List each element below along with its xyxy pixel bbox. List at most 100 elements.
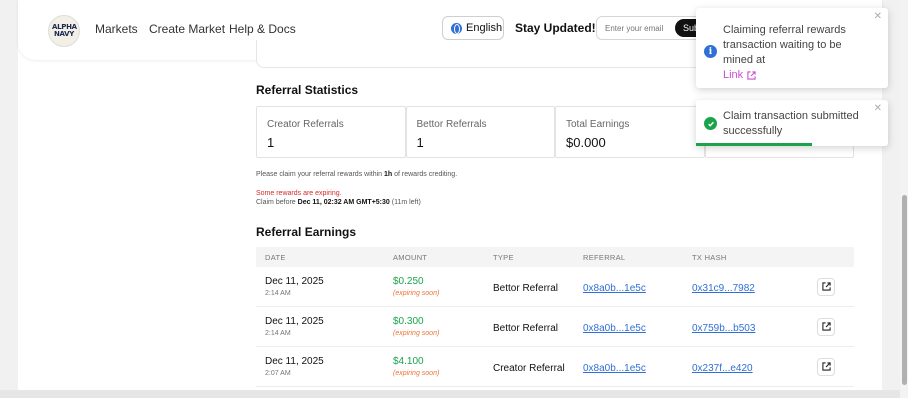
header-date: DATE <box>265 252 286 262</box>
external-link-icon <box>821 322 831 331</box>
stat-value: 1 <box>267 135 275 150</box>
time-value: 2:07 AM <box>265 370 291 377</box>
language-button[interactable]: English <box>442 16 504 40</box>
toast-info: i Claiming referral rewards transaction … <box>696 8 888 88</box>
time-value: 2:14 AM <box>265 290 291 297</box>
amount-value: $0.300 <box>393 316 424 327</box>
table-row: Dec 11, 2025 2:14 AM $0.300 (expiring so… <box>256 307 854 347</box>
type-value: Bettor Referral <box>493 322 559 334</box>
time-value: 2:14 AM <box>265 330 291 337</box>
referral-link[interactable]: 0x8a0b...1e5c <box>583 283 646 294</box>
cell-amount: $0.250 (expiring soon) <box>393 276 493 297</box>
cell-type: Bettor Referral <box>493 318 583 336</box>
date-value: Dec 11, 2025 <box>265 276 324 287</box>
check-icon <box>704 117 717 130</box>
open-external-button[interactable] <box>817 357 835 376</box>
table-row: Dec 11, 2025 2:07 AM $4.100 (expiring so… <box>256 347 854 387</box>
toast-progress-bar <box>696 143 812 146</box>
tx-hash-link[interactable]: 0x237f...e420 <box>692 363 753 374</box>
note-text: Please claim your referral rewards withi… <box>256 171 384 178</box>
header-type: TYPE <box>493 252 514 262</box>
toast-message: Claim transaction submitted successfully <box>723 110 859 137</box>
stat-creator-referrals: Creator Referrals 1 <box>256 106 406 158</box>
checkmark-glyph <box>707 121 714 127</box>
alpha-navy-logo[interactable]: ALPHA NAVY <box>48 15 80 47</box>
logo-text: ALPHA NAVY <box>52 23 77 38</box>
tx-hash-link[interactable]: 0x31c9...7982 <box>692 283 755 294</box>
amount-value: $4.100 <box>393 356 424 367</box>
stat-label: Total Earnings <box>566 119 630 130</box>
stat-label: Creator Referrals <box>267 119 344 130</box>
nav-markets[interactable]: Markets <box>95 22 138 36</box>
open-external-button[interactable] <box>817 317 835 336</box>
bottom-bar <box>0 390 900 398</box>
amount-value: $0.250 <box>393 276 424 287</box>
note-text: (11m left) <box>389 199 421 206</box>
cell-referral: 0x8a0b...1e5c <box>583 318 692 336</box>
note-text: Claim before <box>256 199 298 206</box>
cell-referral: 0x8a0b...1e5c <box>583 278 692 296</box>
note-bold: 1h <box>384 171 393 178</box>
claim-before-note: Claim before Dec 11, 02:32 AM GMT+5:30 (… <box>256 199 421 206</box>
date-value: Dec 11, 2025 <box>265 316 324 327</box>
header-tx-hash: TX HASH <box>692 252 727 262</box>
scrollbar-thumb[interactable] <box>902 195 907 385</box>
open-external-button[interactable] <box>817 277 835 296</box>
cell-action <box>817 317 854 336</box>
tx-hash-link[interactable]: 0x759b...b503 <box>692 323 755 334</box>
cell-date: Dec 11, 2025 2:14 AM <box>256 316 393 337</box>
cell-action <box>817 357 854 376</box>
stat-value: 1 <box>416 135 424 150</box>
amount-note: (expiring soon) <box>393 330 440 337</box>
cell-amount: $0.300 (expiring soon) <box>393 316 493 337</box>
stay-updated-label: Stay Updated! <box>515 21 596 35</box>
cell-tx-hash: 0x237f...e420 <box>692 358 817 376</box>
referral-link[interactable]: 0x8a0b...1e5c <box>583 323 646 334</box>
expiring-warning: Some rewards are expiring. <box>256 190 342 197</box>
nav-help-docs[interactable]: Help & Docs <box>229 22 296 36</box>
table-row: Dec 11, 2025 2:14 AM $0.250 (expiring so… <box>256 267 854 307</box>
toast-message: Claiming referral rewards transaction wa… <box>723 23 871 83</box>
close-icon[interactable]: ✕ <box>874 103 882 114</box>
external-link-icon <box>747 71 756 80</box>
stat-total-earnings: Total Earnings $0.000 <box>555 106 705 158</box>
toast-link[interactable]: Link <box>723 68 871 83</box>
amount-note: (expiring soon) <box>393 290 440 297</box>
external-link-icon <box>821 282 831 291</box>
claim-window-note: Please claim your referral rewards withi… <box>256 171 457 178</box>
external-link-icon <box>821 362 831 371</box>
referral-statistics-title: Referral Statistics <box>256 83 359 97</box>
earnings-table: DATE AMOUNT TYPE REFERRAL TX HASH Dec 11… <box>256 247 854 387</box>
date-value: Dec 11, 2025 <box>265 356 324 367</box>
globe-icon <box>451 22 462 34</box>
toast-message-text: Claiming referral rewards transaction wa… <box>723 24 846 66</box>
cell-tx-hash: 0x759b...b503 <box>692 318 817 336</box>
amount-note: (expiring soon) <box>393 370 440 377</box>
referral-earnings-title: Referral Earnings <box>256 225 357 239</box>
type-value: Bettor Referral <box>493 282 559 294</box>
table-header: DATE AMOUNT TYPE REFERRAL TX HASH <box>256 247 854 267</box>
note-bold: Dec 11, 02:32 AM GMT+5:30 <box>297 199 390 206</box>
cell-type: Creator Referral <box>493 358 583 376</box>
stat-value: $0.000 <box>566 135 606 150</box>
cell-action <box>817 277 854 296</box>
toast-link-label: Link <box>723 69 744 81</box>
nav-create-market[interactable]: Create Market <box>149 22 225 36</box>
info-icon: i <box>704 45 717 58</box>
cell-tx-hash: 0x31c9...7982 <box>692 278 817 296</box>
cell-referral: 0x8a0b...1e5c <box>583 358 692 376</box>
type-value: Creator Referral <box>493 362 565 374</box>
note-text: of rewards crediting. <box>392 171 458 178</box>
toast-success: Claim transaction submitted successfully… <box>696 100 888 146</box>
cell-type: Bettor Referral <box>493 278 583 296</box>
header-referral: REFERRAL <box>583 252 626 262</box>
stat-label: Bettor Referrals <box>416 119 487 130</box>
language-label: English <box>466 22 503 34</box>
cell-date: Dec 11, 2025 2:14 AM <box>256 276 393 297</box>
header-amount: AMOUNT <box>393 252 428 262</box>
cell-amount: $4.100 (expiring soon) <box>393 356 493 377</box>
close-icon[interactable]: ✕ <box>874 11 882 22</box>
cell-date: Dec 11, 2025 2:07 AM <box>256 356 393 377</box>
stat-bettor-referrals: Bettor Referrals 1 <box>405 106 555 158</box>
referral-link[interactable]: 0x8a0b...1e5c <box>583 363 646 374</box>
